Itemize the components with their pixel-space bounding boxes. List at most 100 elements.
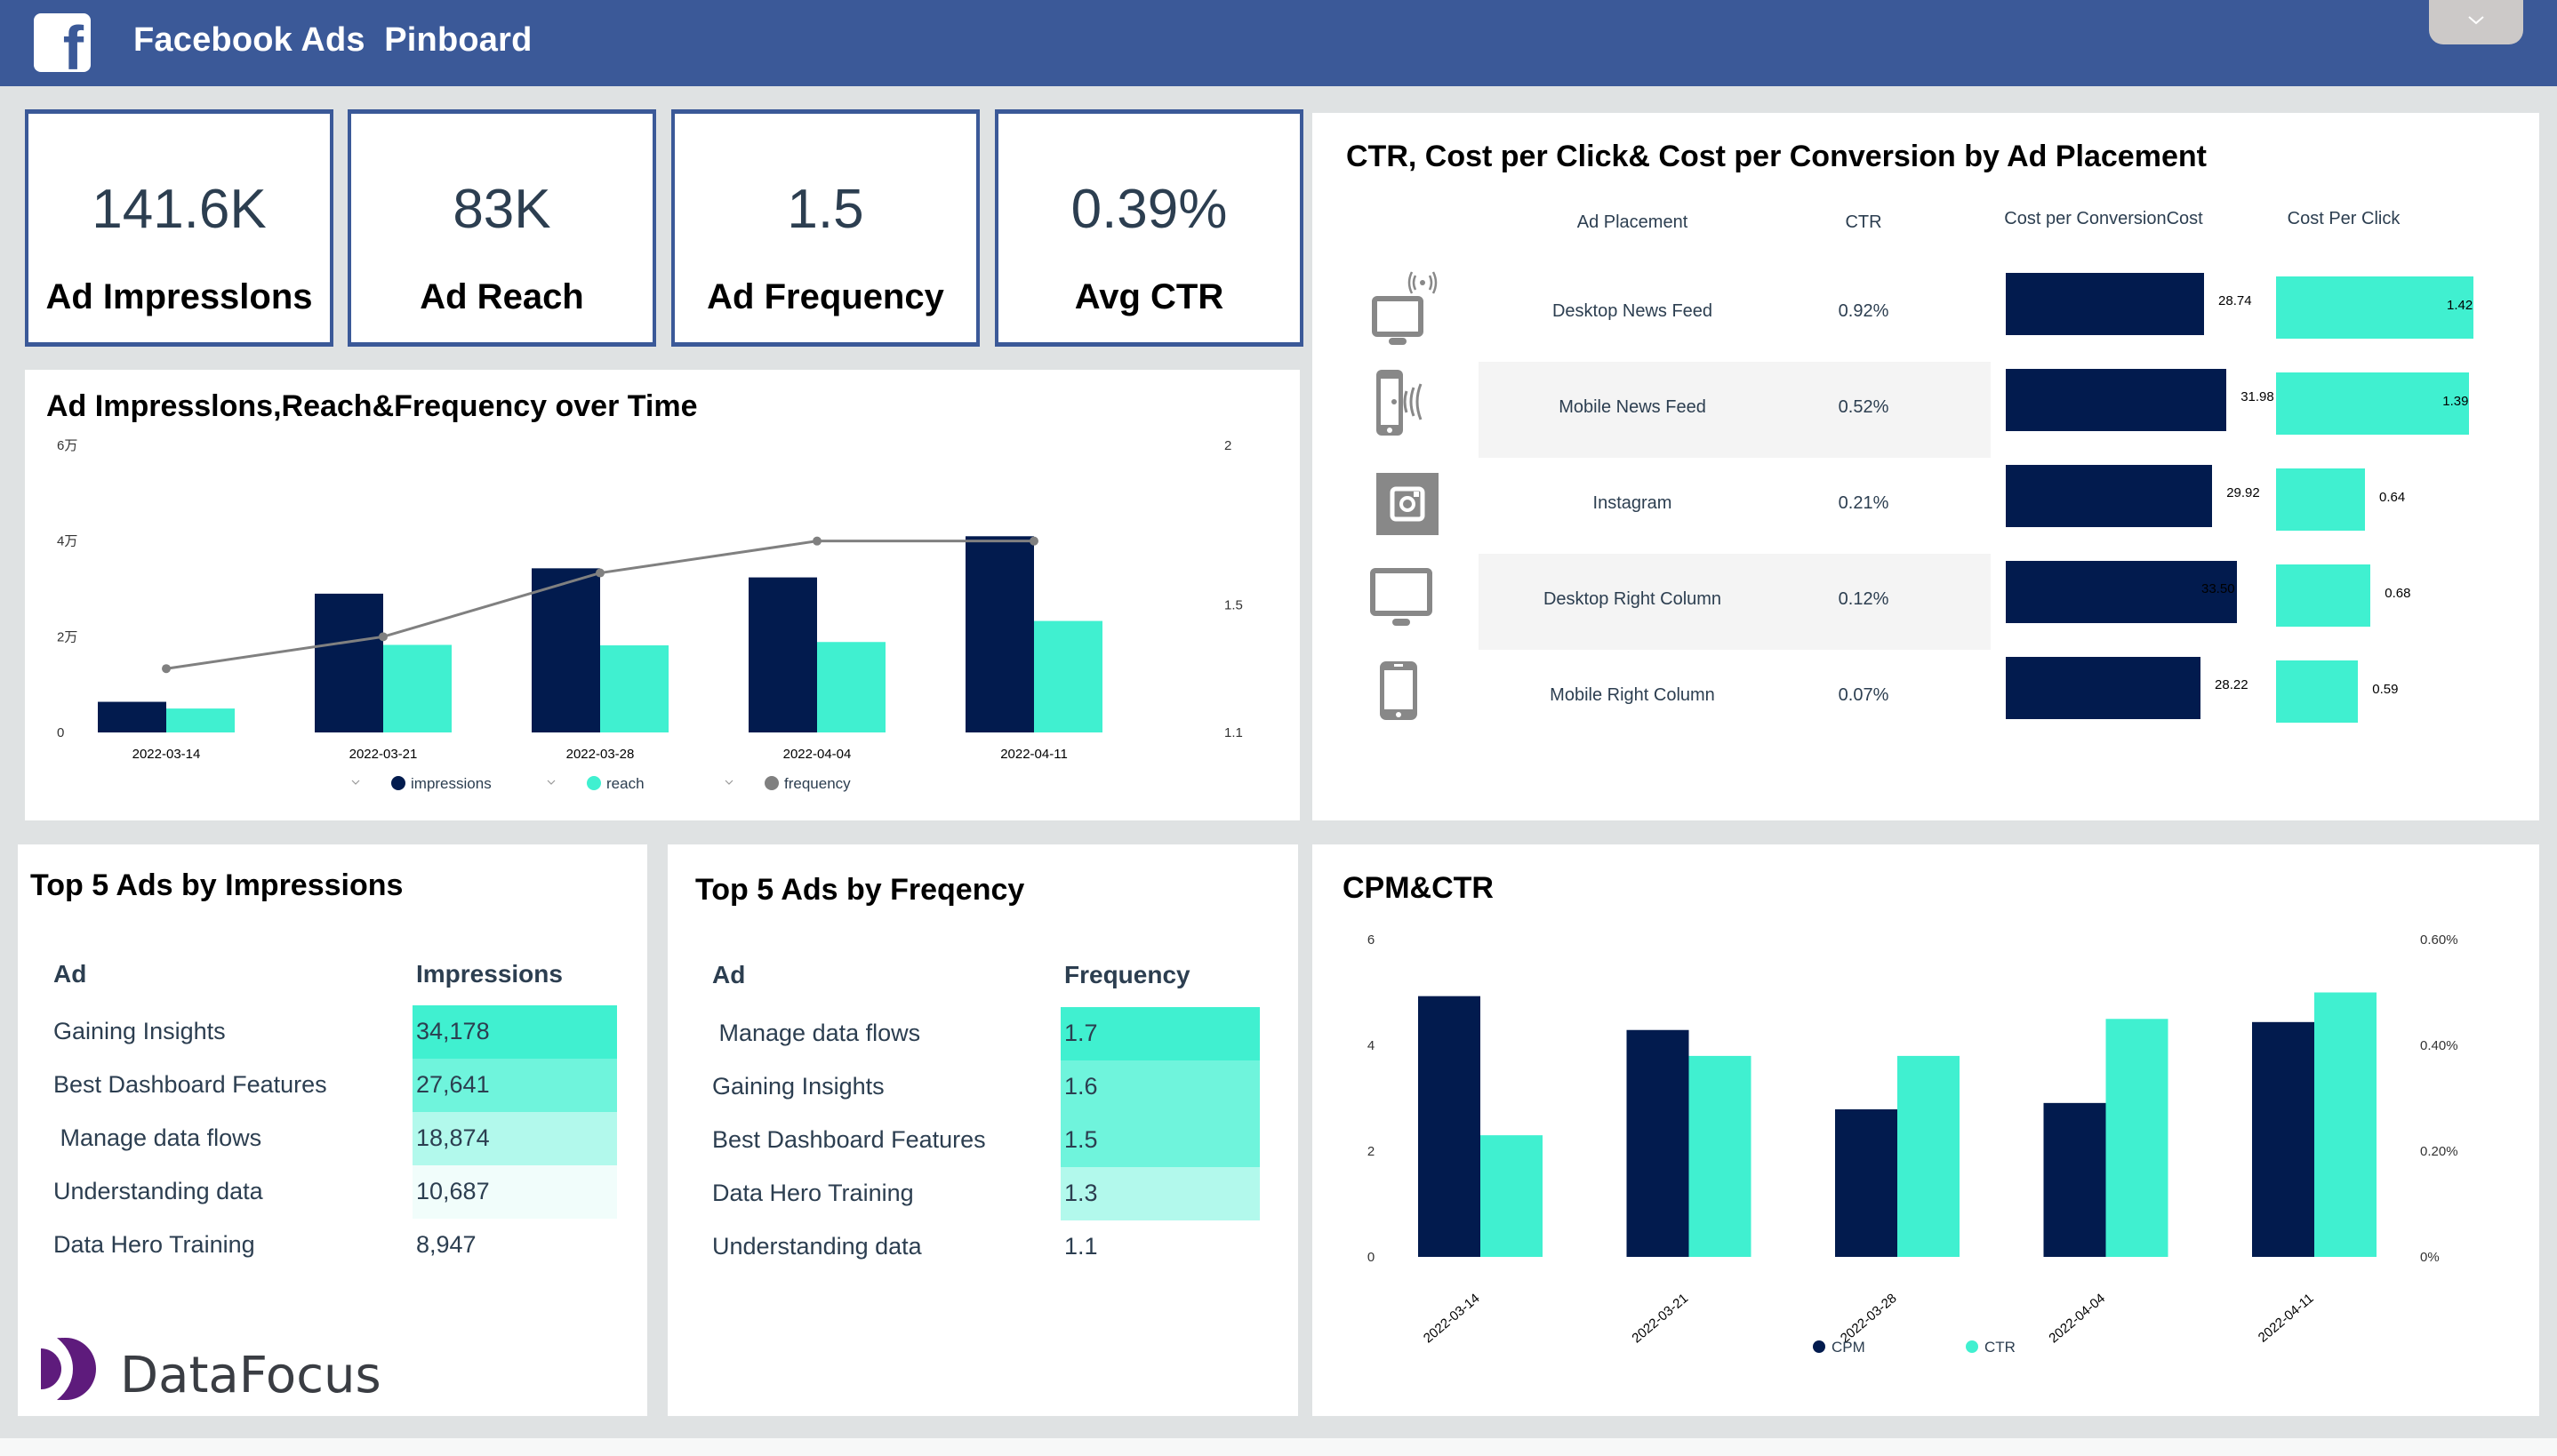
ad-value: 1.6 xyxy=(1064,1073,1098,1100)
ad-name[interactable]: Gaining Insights xyxy=(712,1073,885,1100)
cost-per-conversion-bar[interactable] xyxy=(2006,465,2213,527)
reach-bar xyxy=(383,644,452,732)
frequency-point xyxy=(596,568,605,578)
cost-per-conversion-value: 33.50 xyxy=(2201,581,2235,596)
ad-name[interactable]: Best Dashboard Features xyxy=(712,1126,986,1154)
ad-value: 34,178 xyxy=(416,1018,490,1044)
kpi-label: Ad Impresslons xyxy=(45,277,313,316)
legend-label: CPM xyxy=(1832,1339,1865,1356)
menu-dropdown-button[interactable] xyxy=(2429,0,2523,44)
footer-strip xyxy=(0,1438,2557,1456)
cpc-value: 0.68 xyxy=(2385,586,2411,601)
placement-name: Instagram xyxy=(1592,493,1672,513)
y-right-tick-label: 1.5 xyxy=(1224,597,1243,612)
impressions-bar xyxy=(749,577,817,732)
y-right-tick-label: 0.40% xyxy=(2420,1038,2458,1053)
kpi-card-impressions[interactable]: 141.6K Ad Impresslons xyxy=(25,109,333,347)
x-tick-label: 2022-04-11 xyxy=(2256,1291,2317,1346)
column-header-cost-per-conversion: Cost per ConversionCost xyxy=(2004,209,2203,228)
column-header-ctr: CTR xyxy=(1845,212,1882,232)
kpi-card-reach[interactable]: 83K Ad Reach xyxy=(348,109,656,347)
y-left-tick-label: 0 xyxy=(57,725,64,740)
placement-ctr: 0.52% xyxy=(1838,397,1889,417)
y-left-tick-label: 2 xyxy=(1367,1144,1375,1159)
cpm-bar xyxy=(1626,1029,1689,1257)
y-right-tick-label: 0.20% xyxy=(2420,1144,2458,1159)
cost-per-conversion-bar[interactable] xyxy=(2006,369,2227,431)
kpi-card-ctr[interactable]: 0.39% Avg CTR xyxy=(995,109,1303,347)
ad-name[interactable]: Understanding data xyxy=(712,1233,922,1260)
ad-value: 8,947 xyxy=(416,1231,477,1258)
ad-value: 18,874 xyxy=(416,1124,490,1151)
legend-label: frequency xyxy=(784,775,851,792)
legend-marker xyxy=(1966,1340,1978,1353)
app-header: f Facebook Ads Pinboard xyxy=(0,0,2557,86)
cpc-bar[interactable] xyxy=(2276,660,2359,723)
ad-name[interactable]: Data Hero Training xyxy=(712,1180,914,1207)
ad-value: 1.1 xyxy=(1064,1233,1098,1260)
instagram-icon xyxy=(1367,460,1439,540)
ad-name[interactable]: Data Hero Training xyxy=(53,1231,255,1259)
placement-panel: CTR, Cost per Click& Cost per Conversion… xyxy=(1312,113,2539,820)
cpm-ctr-chart: 0 2 4 6 0% 0.20% 0.40% 0.60% 2022-03-14 2022-03-2… xyxy=(1367,932,2458,1356)
x-tick-label: 2022-03-21 xyxy=(1629,1291,1691,1346)
ctr-bar xyxy=(1480,1135,1543,1257)
mobile-icon xyxy=(1367,652,1439,732)
cpm-bar xyxy=(2252,1021,2314,1257)
cost-per-conversion-value: 28.74 xyxy=(2218,293,2252,308)
dashboard: f Facebook Ads Pinboard 141.6K Ad Impres… xyxy=(0,0,2557,1456)
kpi-card-frequency[interactable]: 1.5 Ad Frequency xyxy=(671,109,980,347)
legend-label: impressions xyxy=(411,775,492,792)
y-left-tick-label: 4万 xyxy=(57,534,77,549)
column-header-value: Impressions xyxy=(416,960,563,988)
frequency-point xyxy=(379,632,388,642)
ctr-bar xyxy=(1897,1055,1960,1257)
cpc-bar[interactable] xyxy=(2276,372,2470,435)
y-left-tick-label: 6万 xyxy=(57,438,77,453)
column-header-cpc: Cost Per Click xyxy=(2287,209,2401,228)
placement-ctr: 0.92% xyxy=(1838,301,1889,321)
cpc-bar[interactable] xyxy=(2276,276,2473,339)
cost-per-conversion-value: 28.22 xyxy=(2215,677,2248,692)
kpi-label: Ad Reach xyxy=(420,277,584,316)
cpm-bar xyxy=(1418,996,1480,1257)
y-left-tick-label: 0 xyxy=(1367,1250,1375,1265)
x-tick-label: 2022-03-21 xyxy=(349,747,418,762)
placement-name: Desktop News Feed xyxy=(1551,301,1713,321)
cpc-bar[interactable] xyxy=(2276,564,2371,627)
legend-label: reach xyxy=(606,775,645,792)
placement-name: Desktop Right Column xyxy=(1543,589,1722,609)
x-tick-label: 2022-04-04 xyxy=(783,747,852,762)
ad-name[interactable]: Best Dashboard Features xyxy=(53,1071,327,1099)
placement-name: Mobile News Feed xyxy=(1559,397,1706,417)
cost-per-conversion-bar[interactable] xyxy=(2006,273,2205,335)
x-tick-label: 2022-03-14 xyxy=(132,747,201,762)
legend-label: CTR xyxy=(1984,1339,2016,1356)
ad-name[interactable]: Gaining Insights xyxy=(53,1018,226,1045)
column-header-ad: Ad xyxy=(53,960,87,988)
cpc-bar[interactable] xyxy=(2276,468,2366,531)
cost-per-conversion-value: 29.92 xyxy=(2226,485,2260,500)
placement-name: Mobile Right Column xyxy=(1550,685,1715,705)
reach-bar xyxy=(817,642,886,732)
top-impressions-title: Top 5 Ads by Impressions xyxy=(30,868,404,902)
ad-value: 1.3 xyxy=(1064,1180,1098,1206)
x-tick-label: 2022-04-04 xyxy=(2046,1291,2108,1346)
ad-value: 27,641 xyxy=(416,1071,490,1098)
cost-per-conversion-bar[interactable] xyxy=(2006,657,2201,719)
ad-name[interactable]: Manage data flows xyxy=(712,1020,921,1047)
impressions-bar xyxy=(98,701,166,732)
column-header-placement: Ad Placement xyxy=(1576,212,1688,232)
kpi-value: 1.5 xyxy=(787,179,864,240)
cpc-value: 0.64 xyxy=(2379,490,2406,505)
legend-toggle-icon xyxy=(547,780,556,785)
ad-name[interactable]: Understanding data xyxy=(53,1178,263,1205)
cpc-value: 1.42 xyxy=(2447,298,2473,313)
reach-bar xyxy=(1034,620,1102,732)
kpi-label: Ad Frequency xyxy=(707,277,944,316)
impressions-chart-panel: Ad Impresslons,Reach&Frequency over Time… xyxy=(25,370,1300,820)
y-left-tick-label: 4 xyxy=(1367,1038,1375,1053)
legend-toggle-icon xyxy=(351,780,360,785)
cpm-bar xyxy=(2043,1102,2106,1257)
ad-name[interactable]: Manage data flows xyxy=(53,1124,262,1152)
